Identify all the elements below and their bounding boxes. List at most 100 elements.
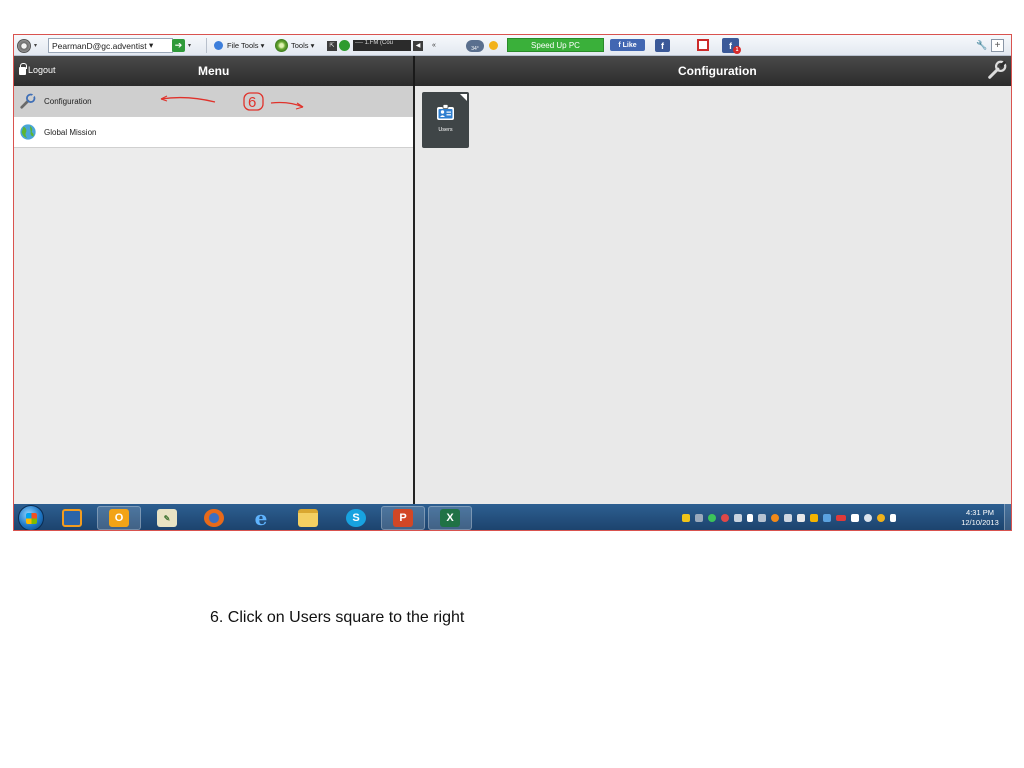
tray-shield-icon[interactable]: [682, 514, 690, 522]
step-number: 6: [248, 94, 256, 111]
double-chevron-left-icon: «: [432, 42, 436, 49]
radio-player: ⇱ ---- 1.FM (Cou ◀: [327, 38, 431, 53]
tray-sync-icon[interactable]: [708, 514, 716, 522]
like-label: Like: [622, 41, 637, 49]
facebook-like-button[interactable]: f Like: [610, 39, 645, 51]
tray-notepad-icon[interactable]: [784, 514, 792, 522]
show-desktop-button[interactable]: [1004, 504, 1011, 530]
play-button[interactable]: [339, 40, 350, 51]
tray-wireless-icon[interactable]: [851, 514, 859, 522]
tray-monitor-icon[interactable]: [758, 514, 766, 522]
skype-icon: S: [346, 509, 366, 527]
speed-up-label: Speed Up PC: [531, 40, 580, 50]
radio-station-text: 1.FM (Cou: [364, 40, 394, 46]
instruction-caption: 6. Click on Users square to the right: [210, 609, 465, 626]
step-annotation: 6: [160, 92, 304, 111]
configuration-panel: Users: [415, 86, 1011, 504]
tools-puzzle-icon: [275, 39, 288, 52]
cloud-icon: 34°: [466, 39, 484, 52]
taskbar-app-powerpoint[interactable]: P: [381, 506, 425, 530]
app-header: Logout Menu Configuration: [14, 56, 1011, 86]
users-tile[interactable]: Users: [422, 92, 469, 148]
notification-count-badge: 1: [733, 46, 741, 54]
menu-item-configuration[interactable]: Configuration 6: [14, 86, 413, 117]
wrench-icon[interactable]: [986, 59, 1008, 81]
add-button[interactable]: +: [991, 39, 1004, 52]
taskbar-app-internet-explorer[interactable]: e: [239, 506, 283, 530]
tray-power-icon[interactable]: [877, 514, 885, 522]
speed-up-pc-button[interactable]: Speed Up PC: [507, 38, 604, 52]
tray-battery-icon[interactable]: [890, 514, 896, 522]
firefox-icon: [204, 509, 224, 527]
notepad-icon: ✎: [157, 509, 177, 527]
facebook-notifications-button[interactable]: f1: [722, 38, 741, 54]
tray-mail-icon[interactable]: [797, 514, 805, 522]
screenshot-frame: ▾ PearmanD@gc.adventist ▾ ➔ ▾ File Tools…: [13, 34, 1012, 531]
start-button[interactable]: [18, 505, 44, 530]
taskbar-app-outlook[interactable]: O: [97, 506, 141, 530]
header-divider: [413, 56, 415, 86]
menu-item-global-mission[interactable]: Global Mission: [14, 117, 413, 148]
popout-button[interactable]: ⇱: [327, 40, 337, 51]
badge-icon: [489, 41, 498, 50]
taskbar-app-notepad[interactable]: ✎: [145, 506, 189, 530]
back-arrows-button[interactable]: «: [432, 38, 436, 53]
facebook-f-icon: f: [661, 40, 664, 51]
toolbar-wrench-icon[interactable]: 🔧: [976, 38, 987, 53]
logout-button[interactable]: Logout: [19, 63, 56, 75]
taskbar-app-file-explorer[interactable]: [286, 506, 330, 530]
weather-widget[interactable]: 34°: [466, 38, 504, 53]
menu-item-label: Global Mission: [44, 127, 97, 137]
user-badge-icon: [437, 104, 454, 120]
media-player-icon: [62, 509, 82, 527]
tools-label: Tools: [291, 41, 309, 50]
plus-icon: +: [994, 40, 1001, 51]
taskbar-app-firefox[interactable]: [192, 506, 236, 530]
tray-alert-icon[interactable]: [721, 514, 729, 522]
tray-volume-icon[interactable]: [864, 514, 872, 522]
arrow-right-icon: ➔: [174, 40, 183, 50]
facebook-f-icon: f: [729, 40, 732, 51]
gift-icon[interactable]: [697, 39, 709, 51]
tray-network-icon[interactable]: [695, 514, 703, 522]
dropdown-arrow-icon: ▾: [310, 41, 315, 50]
go-button[interactable]: ➔: [172, 39, 185, 52]
tray-flag-icon[interactable]: [747, 514, 753, 522]
file-tools-menu[interactable]: File Tools ▾: [214, 38, 264, 53]
weather-temp: 34°: [471, 45, 479, 52]
taskbar-app-skype[interactable]: S: [334, 506, 378, 530]
globe-icon: [20, 124, 36, 140]
excel-icon: X: [440, 509, 460, 527]
go-dropdown[interactable]: ▾: [188, 38, 191, 53]
radio-station-display[interactable]: ---- 1.FM (Cou: [353, 40, 411, 51]
file-explorer-icon: [298, 509, 318, 527]
tray-updates-icon[interactable]: [771, 514, 779, 522]
browser-toolbar: ▾ PearmanD@gc.adventist ▾ ➔ ▾ File Tools…: [14, 35, 1011, 56]
tray-outlook-icon[interactable]: [810, 514, 818, 522]
tools-menu[interactable]: Tools ▾: [275, 38, 314, 53]
logout-label: Logout: [28, 65, 56, 75]
users-tile-label: Users: [438, 127, 453, 133]
outlook-icon: O: [109, 509, 129, 527]
tray-signal-icon[interactable]: [836, 515, 846, 521]
taskbar-app-media-player[interactable]: [50, 506, 94, 530]
account-email-field[interactable]: PearmanD@gc.adventist ▾: [48, 38, 173, 53]
settings-gear-button[interactable]: ▾: [17, 38, 43, 53]
taskbar-app-excel[interactable]: X: [428, 506, 472, 530]
account-email-text: PearmanD@gc.adventist: [52, 40, 147, 51]
volume-button[interactable]: ◀: [413, 40, 423, 51]
clock-date: 12/10/2013: [961, 518, 999, 527]
facebook-f-icon: f: [618, 41, 621, 49]
toolbar-separator: [206, 38, 207, 53]
tray-display-icon[interactable]: [734, 514, 742, 522]
taskbar-clock[interactable]: 4:31 PM 12/10/2013: [958, 508, 1002, 528]
file-tools-label: File Tools: [227, 41, 259, 50]
menu-panel: Configuration 6 Global Mission: [14, 86, 413, 504]
windows-taskbar: O ✎ e S P X 4:31 PM 12/10/2013: [14, 504, 1011, 530]
tray-bluetooth-icon[interactable]: [823, 514, 831, 522]
facebook-button[interactable]: f: [655, 39, 670, 52]
windows-logo-icon: [26, 513, 37, 524]
file-tools-icon: [214, 41, 223, 50]
page-title: Configuration: [678, 64, 757, 78]
tile-corner-indicator: [460, 94, 467, 101]
